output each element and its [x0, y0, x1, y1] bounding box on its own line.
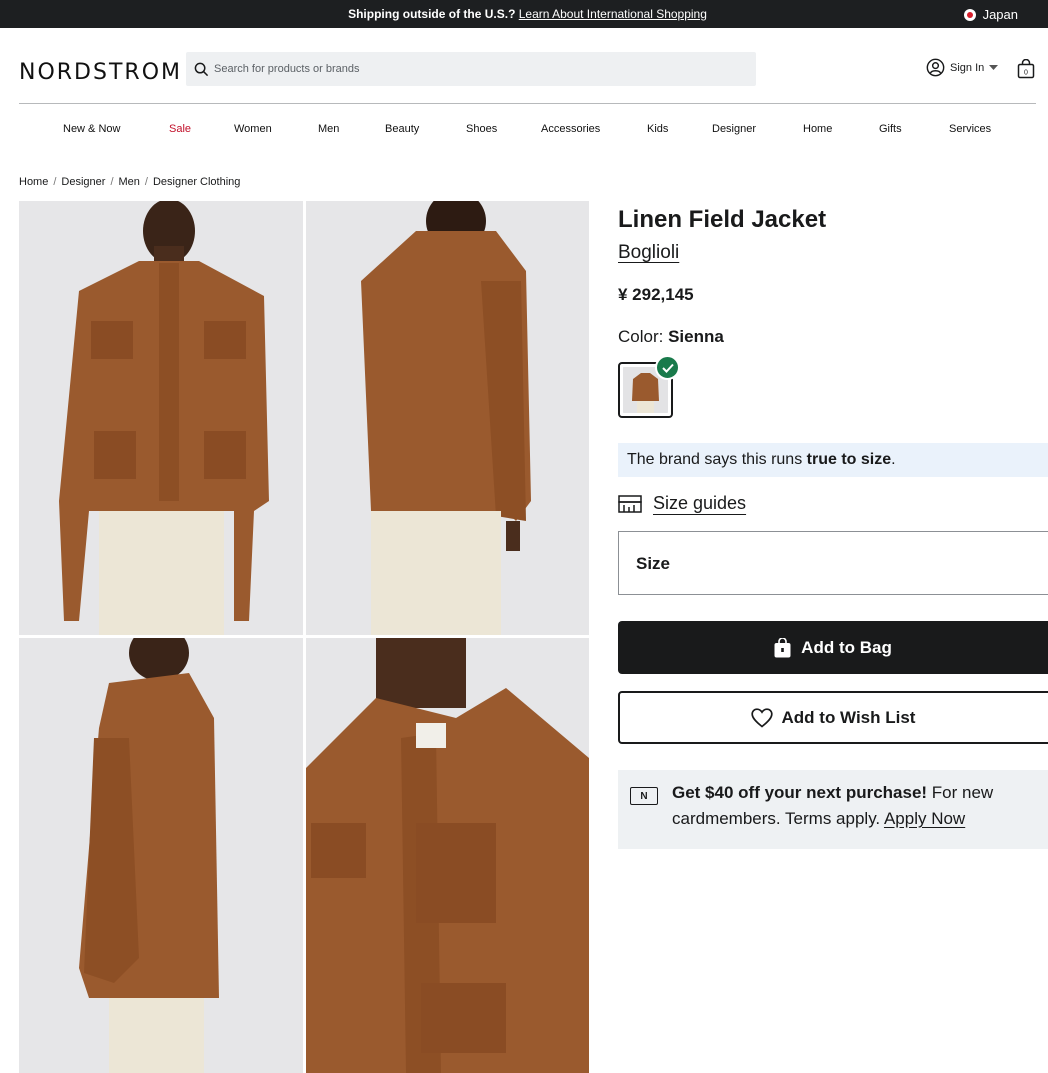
country-selector[interactable]: Japan: [963, 7, 1018, 22]
add-to-wish-list-label: Add to Wish List: [781, 707, 916, 727]
search-bar[interactable]: [186, 52, 756, 86]
breadcrumb-men[interactable]: Men: [119, 176, 140, 188]
search-icon: [194, 62, 209, 76]
sign-in-button[interactable]: Sign In: [926, 58, 999, 77]
nav-item-designer[interactable]: Designer: [712, 123, 756, 135]
shipping-message: Shipping outside of the U.S.? Learn Abou…: [0, 7, 1048, 21]
breadcrumb: Home / Designer / Men / Designer Clothin…: [19, 176, 241, 188]
add-to-wish-list-button[interactable]: Add to Wish List: [618, 691, 1048, 744]
top-banner: Shipping outside of the U.S.? Learn Abou…: [0, 0, 1048, 28]
nav-item-accessories[interactable]: Accessories: [541, 123, 600, 135]
svg-text:0: 0: [1024, 70, 1028, 77]
color-value: Sienna: [668, 327, 724, 346]
card-promo: N Get $40 off your next purchase! For ne…: [618, 770, 1048, 849]
shopping-bag-icon: [774, 637, 791, 657]
nav-item-women[interactable]: Women: [234, 123, 272, 135]
nav-item-services[interactable]: Services: [949, 123, 991, 135]
header-divider: [19, 103, 1036, 104]
ruler-icon: [618, 494, 642, 513]
size-guides-link[interactable]: Size guides: [618, 493, 746, 514]
size-select[interactable]: Size: [618, 531, 1048, 595]
breadcrumb-designer-clothing[interactable]: Designer Clothing: [153, 176, 240, 188]
japan-flag-icon: [963, 8, 976, 21]
nav-item-gifts[interactable]: Gifts: [879, 123, 902, 135]
breadcrumb-home[interactable]: Home: [19, 176, 48, 188]
promo-text: Get $40 off your next purchase! For new …: [672, 783, 994, 828]
nav-item-men[interactable]: Men: [318, 123, 339, 135]
promo-headline: Get $40 off your next purchase!: [672, 783, 928, 802]
product-image-front[interactable]: [19, 201, 303, 635]
product-image-side[interactable]: [19, 638, 303, 1073]
add-to-bag-button[interactable]: Add to Bag: [618, 621, 1048, 674]
nordstrom-card-icon: N: [630, 787, 658, 805]
shopping-bag-icon[interactable]: 0: [1017, 59, 1035, 79]
nordstrom-logo[interactable]: NORDSTROM: [19, 60, 182, 85]
international-shopping-link[interactable]: Learn About International Shopping: [519, 7, 707, 21]
nav-item-kids[interactable]: Kids: [647, 123, 668, 135]
size-guides-label: Size guides: [653, 493, 747, 513]
apply-now-link[interactable]: Apply Now: [884, 809, 965, 828]
breadcrumb-designer[interactable]: Designer: [61, 176, 105, 188]
chevron-down-icon: [989, 64, 999, 70]
brand-link[interactable]: Boglioli: [618, 242, 679, 264]
country-label: Japan: [982, 7, 1018, 22]
nav-item-sale[interactable]: Sale: [169, 123, 191, 135]
selected-check-icon: [655, 355, 680, 380]
nav-item-home[interactable]: Home: [803, 123, 832, 135]
nav-item-beauty[interactable]: Beauty: [385, 123, 419, 135]
shipping-text: Shipping outside of the U.S.?: [348, 7, 516, 21]
user-icon: [926, 58, 945, 77]
nav-item-new-now[interactable]: New & Now: [63, 123, 120, 135]
fit-note: The brand says this runs true to size.: [618, 443, 1048, 477]
color-label: Color: Sienna: [618, 327, 724, 346]
size-select-label: Size: [636, 554, 671, 573]
nav-item-shoes[interactable]: Shoes: [466, 123, 497, 135]
product-image-closeup[interactable]: [306, 638, 589, 1073]
product-title: Linen Field Jacket: [618, 206, 827, 233]
search-input[interactable]: [214, 63, 614, 75]
sign-in-label: Sign In: [950, 61, 985, 74]
product-image-back[interactable]: [306, 201, 589, 635]
add-to-bag-label: Add to Bag: [801, 637, 892, 657]
product-price: ¥ 292,145: [618, 285, 694, 304]
heart-icon: [750, 707, 773, 728]
